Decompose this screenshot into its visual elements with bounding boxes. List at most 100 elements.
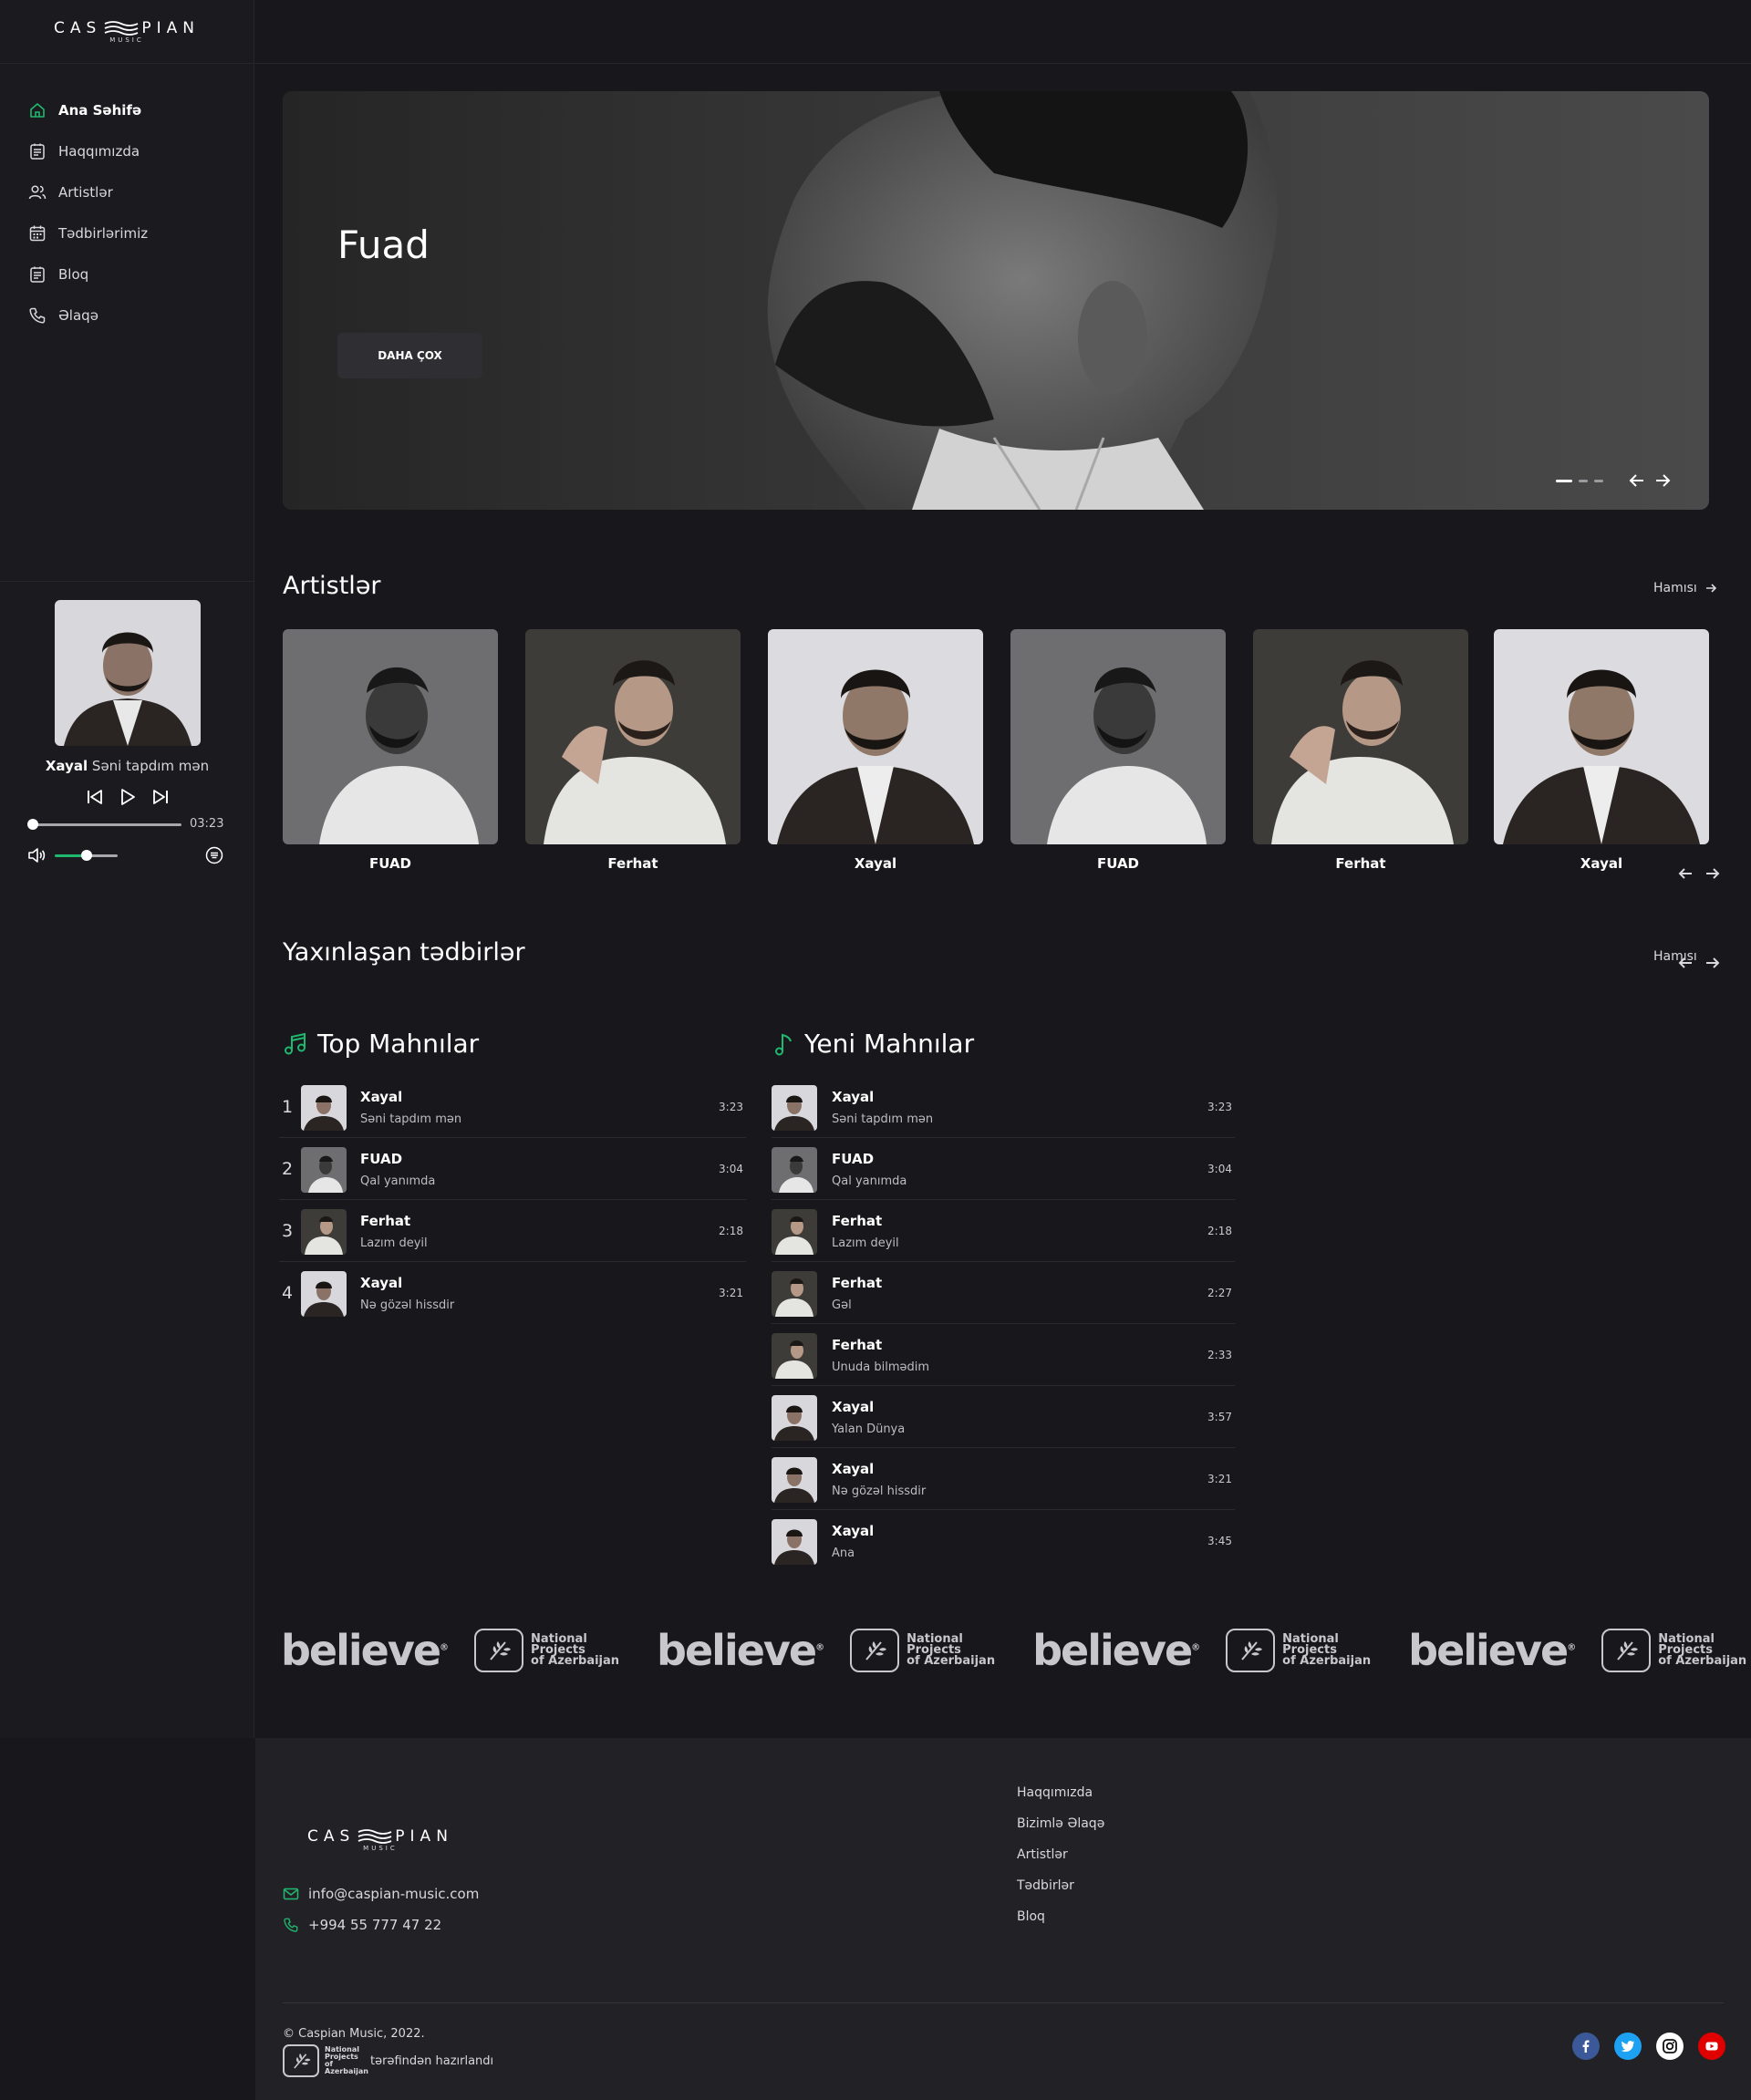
believe-logo[interactable]: believe® [1032,1626,1200,1675]
song-title: Nə gözəl hissdir [360,1298,455,1312]
song-row[interactable]: Ferhat Lazım deyil 2:18 [772,1200,1235,1262]
believe-logo[interactable]: believe® [657,1626,824,1675]
arrow-right-icon [1706,957,1720,968]
npa-line1: National Projects [1658,1632,1715,1657]
logo-subtext: MUSIC [363,1845,398,1852]
footer-link-blog[interactable]: Bloq [1017,1909,1104,1940]
facebook-icon [1582,2040,1590,2053]
footer-link-events[interactable]: Tədbirlər [1017,1878,1104,1909]
music-player: Xayal Səni tapdım mən 03:23 [0,581,254,864]
nav-item-label: Tədbirlərimiz [58,224,149,242]
instagram-button[interactable] [1656,2033,1684,2060]
nav-item-blog[interactable]: Bloq [0,253,254,295]
hero-slider: Fuad DAHA ÇOX [283,91,1709,510]
footer-link-artists[interactable]: Artistlər [1017,1847,1104,1878]
facebook-button[interactable] [1572,2033,1600,2060]
believe-logo[interactable]: believe® [281,1626,449,1675]
artists-next-button[interactable] [1704,864,1722,886]
song-row[interactable]: FUAD Qal yanımda 3:04 [772,1138,1235,1200]
wheat-emblem-icon[interactable] [283,2044,319,2077]
artist-card[interactable]: FUAD [1010,629,1226,872]
artist-name: Xayal [854,855,897,872]
top-bar [255,0,1751,64]
slider-dot-active[interactable] [1556,480,1572,482]
progress-bar[interactable]: 03:23 [27,817,228,832]
song-artist: Ferhat [360,1213,411,1229]
song-row[interactable]: 4 Xayal Nə gözəl hissdir 3:21 [279,1262,746,1324]
wheat-emblem-icon [1601,1629,1652,1672]
new-songs-title: Yeni Mahnılar [773,1029,974,1059]
national-projects-logo[interactable]: National Projects of Azerbaijan [850,1629,1007,1672]
artists-see-all-link[interactable]: Hamısı [1653,581,1717,595]
player-controls [0,787,254,807]
nav-item-home[interactable]: Ana Səhifə [0,89,254,130]
credit-text: tərəfindən hazırlandı [370,2053,494,2068]
national-projects-logo[interactable]: National Projects of Azerbaijan [1226,1629,1383,1672]
footer-email-link[interactable]: info@caspian-music.com [283,1886,479,1902]
nav-item-label: Artistlər [58,183,113,201]
song-row[interactable]: Ferhat Unuda bilmədim 2:33 [772,1324,1235,1386]
read-more-button[interactable]: DAHA ÇOX [337,333,482,378]
song-row[interactable]: Xayal Ana 3:45 [772,1510,1235,1572]
npa-line1: National Projects [907,1632,963,1657]
song-row[interactable]: Xayal Yalan Dünya 3:57 [772,1386,1235,1448]
footer-logo[interactable]: CAS PIAN MUSIC [307,1827,453,1852]
hero-title: Fuad [337,222,430,267]
artist-card[interactable]: FUAD [283,629,498,872]
artists-prev-button[interactable] [1676,864,1694,886]
nav-item-about[interactable]: Haqqımızda [0,130,254,171]
slider-dot[interactable] [1594,480,1603,482]
nav-item-events[interactable]: Tədbirlərimiz [0,212,254,253]
nav-item-contact[interactable]: Əlaqə [0,295,254,336]
phone-icon [284,1918,298,1932]
hero-prev-button[interactable] [1627,471,1647,494]
national-projects-logo[interactable]: National Projects of Azerbaijan [474,1629,631,1672]
logo-text-right: PIAN [395,1827,453,1846]
youtube-button[interactable] [1698,2033,1725,2060]
volume-handle[interactable] [81,850,92,861]
footer-link-contact[interactable]: Bizimlə Əlaqə [1017,1816,1104,1847]
song-row[interactable]: Ferhat Gəl 2:27 [772,1262,1235,1324]
artist-card[interactable]: Xayal [1494,629,1709,872]
slider-dot[interactable] [1579,480,1588,482]
document-icon [28,142,47,160]
song-duration: 2:27 [1207,1287,1232,1299]
calendar-icon [28,224,47,243]
queue-icon[interactable] [205,846,223,868]
artist-card[interactable]: Ferhat [525,629,741,872]
sidebar: CAS PIAN MUSIC Ana Səhifə Haqqımızda Art… [0,0,254,1738]
hero-next-button[interactable] [1653,471,1673,494]
song-row[interactable]: Xayal Səni tapdım mən 3:23 [772,1076,1235,1138]
artist-card[interactable]: Ferhat [1253,629,1468,872]
believe-logo[interactable]: believe® [1408,1626,1576,1675]
nav-item-artists[interactable]: Artistlər [0,171,254,212]
song-row[interactable]: 3 Ferhat Lazım deyil 2:18 [279,1200,746,1262]
progress-handle[interactable] [27,819,38,830]
volume-icon[interactable] [27,846,47,868]
previous-track-button[interactable] [85,787,105,807]
artist-photo [525,629,741,844]
artist-card[interactable]: Xayal [768,629,983,872]
npa-line1: National Projects [325,2045,359,2061]
song-row[interactable]: 1 Xayal Səni tapdım mən 3:23 [279,1076,746,1138]
believe-text: believe [1408,1626,1569,1675]
footer-phone-link[interactable]: +994 55 777 47 22 [283,1917,441,1933]
next-track-button[interactable] [150,787,171,807]
song-row[interactable]: 2 FUAD Qal yanımda 3:04 [279,1138,746,1200]
arrow-left-icon [1629,474,1643,487]
brand-logo[interactable]: CAS PIAN MUSIC [54,19,200,44]
events-next-button[interactable] [1704,954,1722,976]
song-row[interactable]: Xayal Nə gözəl hissdir 3:21 [772,1448,1235,1510]
twitter-button[interactable] [1614,2033,1642,2060]
song-rank: 3 [282,1221,294,1241]
play-button[interactable] [118,787,138,807]
logo-container: CAS PIAN MUSIC [0,0,254,64]
footer-link-about[interactable]: Haqqımızda [1017,1785,1104,1816]
national-projects-logo[interactable]: National Projects of Azerbaijan [1601,1629,1751,1672]
progress-track[interactable] [33,823,181,826]
player-cover-image [54,600,201,746]
artist-photo [1010,629,1226,844]
song-title: Qal yanımda [360,1174,436,1188]
song-title: Səni tapdım mən [832,1112,934,1126]
events-prev-button[interactable] [1676,954,1694,976]
